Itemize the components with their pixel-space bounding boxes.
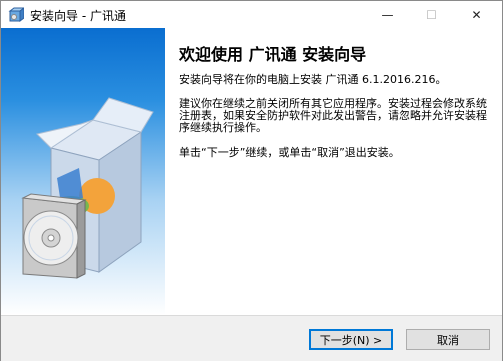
close-apps-warning-text: 建议你在继续之前关闭所有其它应用程序。安装过程会修改系统注册表，如果安全防护软件… (179, 97, 487, 134)
wizard-content: 欢迎使用 广讯通 安装向导 安装向导将在你的电脑上安装 广讯通 6.1.2016… (165, 28, 502, 315)
maximize-icon: ☐ (426, 7, 437, 22)
software-box-cd-icon (21, 97, 154, 279)
next-button[interactable]: 下一步(N) > (309, 329, 393, 350)
cancel-button-label: 取消 (437, 333, 459, 347)
minimize-button[interactable]: — (365, 1, 410, 28)
install-info-text: 安装向导将在你的电脑上安装 广讯通 6.1.2016.216。 (179, 73, 447, 86)
wizard-side-banner (1, 28, 165, 315)
minimize-icon: — (381, 7, 394, 22)
next-button-label: 下一步(N) > (319, 333, 383, 347)
cancel-button[interactable]: 取消 (406, 329, 490, 350)
window-title: 安装向导 - 广讯通 (30, 9, 126, 23)
instruction-text: 单击“下一步”继续，或单击“取消”退出安装。 (179, 146, 400, 159)
close-icon: ✕ (471, 7, 482, 22)
title-bar[interactable]: 安装向导 - 广讯通 — ☐ ✕ (1, 1, 502, 28)
installer-window: 安装向导 - 广讯通 — ☐ ✕ 欢迎使用 广讯通 安装向导 安装向导将在你的电… (0, 0, 503, 361)
close-button[interactable]: ✕ (454, 1, 499, 28)
installer-box-icon (8, 6, 26, 22)
button-bar: 下一步(N) > 取消 (1, 315, 502, 361)
maximize-button[interactable]: ☐ (409, 1, 454, 28)
page-title: 欢迎使用 广讯通 安装向导 (179, 45, 367, 64)
